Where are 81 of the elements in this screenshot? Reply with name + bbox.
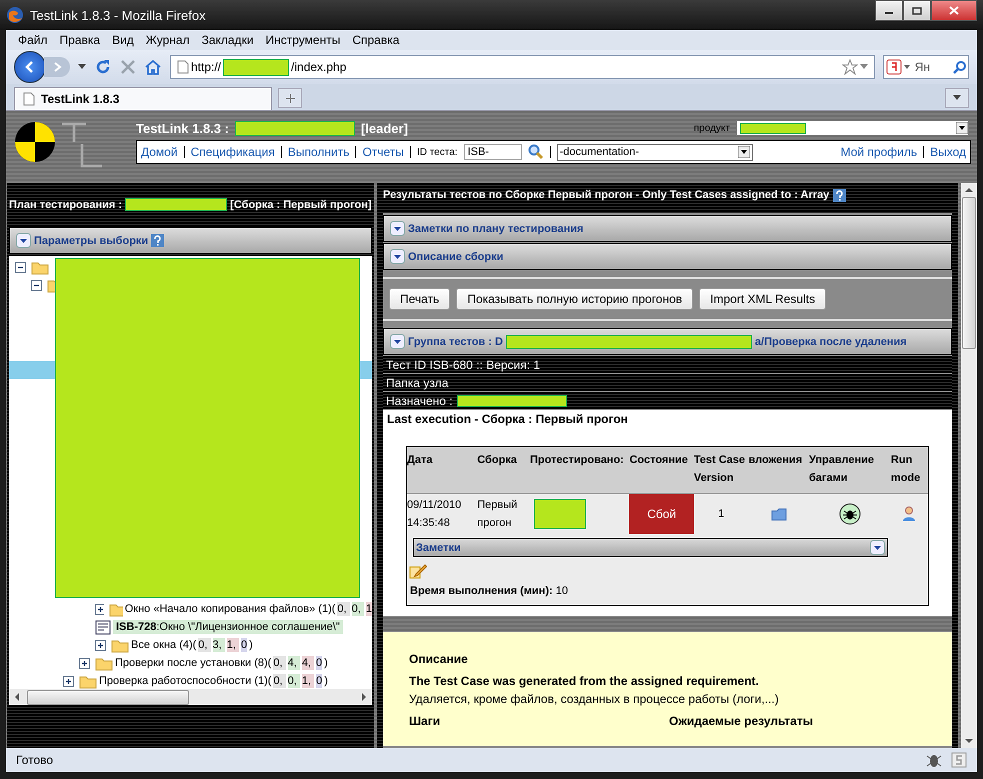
menu-item[interactable]: Файл <box>18 33 48 47</box>
panel-header[interactable]: Заметки по плану тестирования <box>383 215 952 242</box>
address-field[interactable]: http:// /index.php <box>170 55 875 79</box>
count-badge: 0, <box>337 602 350 616</box>
menu-item[interactable]: Вид <box>112 33 134 47</box>
description-heading: Описание <box>409 652 469 666</box>
column-header: Run mode <box>890 453 922 486</box>
info-text: Тест ID ISB-680 :: Версия: 1 <box>383 356 952 373</box>
browser-tab[interactable]: TestLink 1.8.3 <box>14 87 272 110</box>
search-box[interactable]: Ян <box>883 55 969 79</box>
status-cell: Сбой <box>629 494 694 534</box>
menu-item[interactable]: Правка <box>60 33 100 47</box>
assigned-label: Назначено : <box>386 394 453 408</box>
filter-panel-header[interactable]: Параметры выборки <box>9 227 372 254</box>
count-bracket: ) <box>324 675 328 687</box>
table-cell-text: 1 <box>717 507 726 522</box>
count-badge: 0, <box>273 656 286 670</box>
menu-item[interactable]: Журнал <box>146 33 190 47</box>
count-badge: 0, <box>273 674 286 688</box>
menu-item[interactable]: Справка <box>352 33 400 47</box>
tree-item[interactable]: Проверки после установки (8)( <box>115 657 272 669</box>
nav-link[interactable]: Отчеты <box>362 145 404 159</box>
panel-header[interactable]: Группа тестов : D а/Проверка после удаления <box>383 328 952 355</box>
duration-text: Время выполнения (мин): 10 <box>409 584 569 599</box>
column-header: Состояние <box>629 453 689 468</box>
action-button[interactable]: Показывать полную историю прогонов <box>456 288 694 310</box>
column-header: вложения <box>748 453 804 468</box>
test-plan-title: План тестирования : [Сборка : Первый прогон] <box>9 197 372 214</box>
panel-header[interactable]: Описание сборки <box>383 243 952 270</box>
results-title: Результаты тестов по Сборке Первый прогон - Only Test Cases assigned to : Array <box>383 189 830 201</box>
tree-item[interactable]: Окно «Начало копирования файлов» (1)( <box>124 603 336 615</box>
nav-link[interactable]: Спецификация <box>190 145 275 159</box>
column-header: Test Case Version <box>694 453 746 486</box>
column-header: Управление багами <box>808 453 875 486</box>
expected-results-heading: Ожидаемые результаты <box>669 714 813 728</box>
url-text: http:// <box>191 60 222 74</box>
user-role: [leader] <box>360 120 408 136</box>
column-header: Дата <box>407 453 434 468</box>
status-text: Готово <box>16 753 54 767</box>
description-text: The Test Case was generated from the assigned requirement. <box>409 674 760 688</box>
action-button[interactable]: Печать <box>389 288 450 310</box>
count-badge: 1 <box>366 602 372 616</box>
count-badge: 4, <box>302 656 314 670</box>
tree-item[interactable]: Проверка работоспособности (1)( <box>99 675 272 687</box>
window-title: TestLink 1.8.3 - Mozilla Firefox <box>30 8 206 22</box>
count-bracket: ) <box>324 657 328 669</box>
count-badge: 1, <box>302 674 314 688</box>
menu-item[interactable]: Закладки <box>202 33 254 47</box>
count-badge: 0, <box>198 638 211 652</box>
user-link[interactable]: Мой профиль <box>840 145 918 159</box>
url-text: /index.php <box>291 60 346 74</box>
tree-item[interactable]: ISB-728:Окно \"Лицензионное соглашение\" <box>113 620 343 634</box>
product-label: продукт <box>694 122 730 134</box>
section-title: Last execution - Сборка : Первый прогон <box>387 412 629 426</box>
count-badge: 0 <box>316 656 322 670</box>
count-badge: 0, <box>288 674 300 688</box>
test-id-field[interactable]: ISB- <box>464 144 522 160</box>
table-cell-text: Первый прогон <box>477 498 518 531</box>
info-text: Папка узла <box>383 374 952 391</box>
menu-item[interactable]: Инструменты <box>266 33 340 47</box>
count-badge: 1, <box>226 638 239 652</box>
nav-link[interactable]: Домой <box>141 145 178 159</box>
nav-link[interactable]: Выполнить <box>288 145 350 159</box>
app-title: TestLink 1.8.3 : <box>136 120 229 136</box>
description-text: Удаляется, кроме файлов, созданных в процессе работы (логи,...) <box>409 692 780 706</box>
count-badge: 0 <box>316 674 322 688</box>
count-badge: 4, <box>288 656 300 670</box>
column-header: Протестировано: <box>530 453 625 468</box>
count-badge: 3, <box>212 638 225 652</box>
test-id-label: ID теста: <box>416 146 458 158</box>
tree-item[interactable]: Все окна (4)( <box>131 639 196 651</box>
user-link[interactable]: Выход <box>930 145 966 159</box>
action-button[interactable]: Import XML Results <box>699 288 826 310</box>
count-badge: 0 <box>241 638 248 652</box>
count-badge: 0, <box>352 602 364 616</box>
notes-panel-header[interactable]: Заметки <box>413 538 888 557</box>
steps-heading: Шаги <box>409 714 442 728</box>
column-header: Сборка <box>477 453 518 468</box>
table-cell-text: 09/11/2010 14:35:48 <box>407 498 462 531</box>
document-select[interactable]: -documentation- <box>556 144 753 160</box>
count-bracket: ) <box>249 639 253 651</box>
